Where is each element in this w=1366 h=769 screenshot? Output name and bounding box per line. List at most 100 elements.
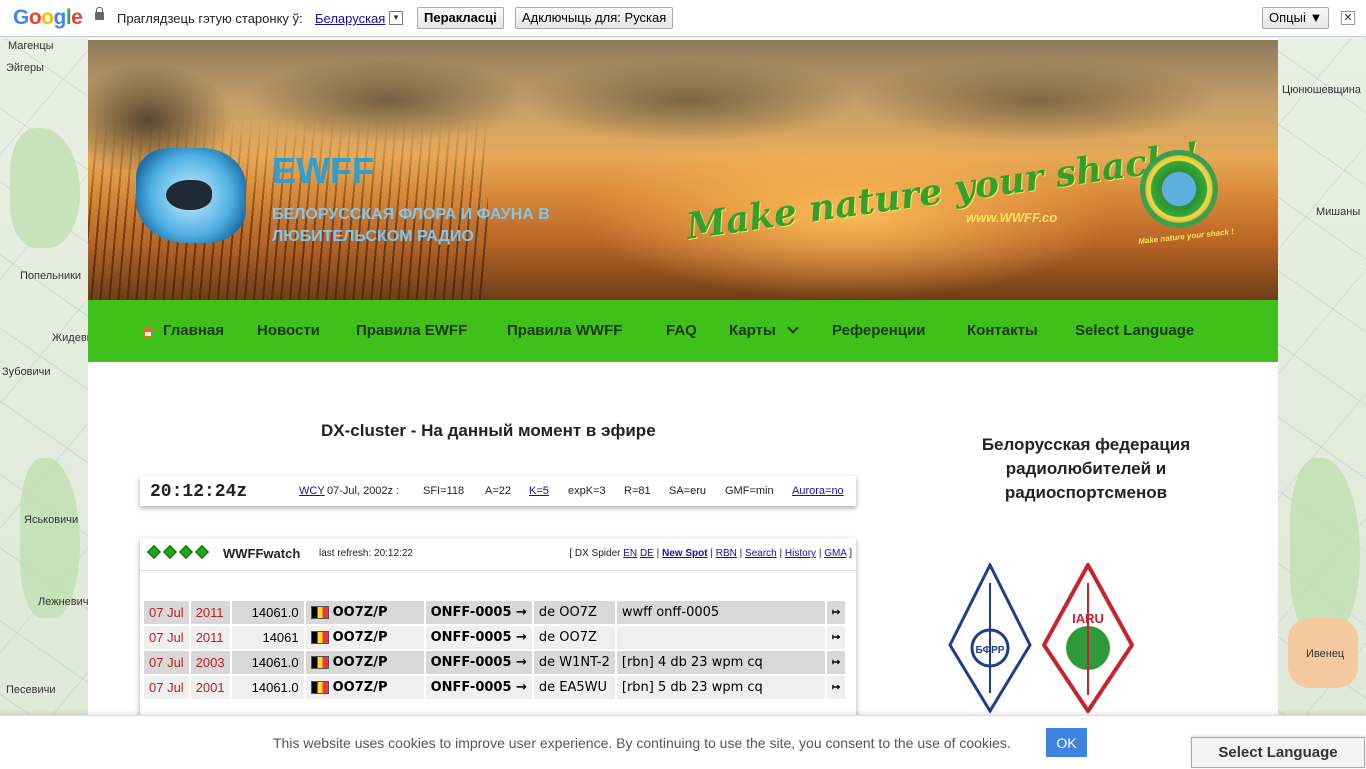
forest-area <box>20 458 80 618</box>
options-button[interactable]: Опцыі ▼ <box>1262 7 1330 29</box>
spot-reference[interactable]: ONFF-0005 → <box>425 601 532 624</box>
wcy-date: 07-Jul, 2002z : <box>327 485 400 497</box>
wwff-logo <box>1140 150 1218 228</box>
status-diamond-icon <box>146 544 162 560</box>
wcy-sa: SA=eru <box>669 485 706 497</box>
spot-callsign-cell[interactable]: OO7Z/P <box>305 626 424 649</box>
site-subtitle: Белорусская флора и фауна в любительском… <box>272 206 550 245</box>
spot-reference[interactable]: ONFF-0005 → <box>425 676 532 699</box>
spot-frequency: 14061.0 <box>231 651 304 674</box>
map-label: Магенцы <box>8 40 54 52</box>
nav-item-news[interactable]: Новости <box>257 322 320 339</box>
spot-reference[interactable]: ONFF-0005 → <box>425 651 532 674</box>
spot-arrow-icon[interactable]: ↦ <box>826 601 846 624</box>
wwffwatch-title: WWFFwatch <box>223 546 301 561</box>
spot-time: 2001 <box>190 676 230 699</box>
map-label: Зубовичи <box>2 366 51 378</box>
links-prefix: [ DX Spider <box>569 548 621 559</box>
nav-item-wwff-rules[interactable]: Правила WWFF <box>507 322 622 339</box>
page-container: EWFF Белорусская флора и фауна в любител… <box>88 38 1278 768</box>
cookie-text: This website uses cookies to improve use… <box>273 735 1011 751</box>
nav-item-home[interactable]: Главная <box>163 322 224 339</box>
dxspider-de-link[interactable]: DE <box>640 548 654 559</box>
site-title[interactable]: EWFF <box>272 150 374 192</box>
nav-item-references[interactable]: Референции <box>832 322 925 339</box>
nav-item-faq[interactable]: FAQ <box>666 322 697 339</box>
select-language-button[interactable]: Select Language <box>1191 737 1365 768</box>
spot-arrow-icon[interactable]: ↦ <box>826 676 846 699</box>
table-row: 07 Jul 2003 14061.0 OO7Z/P ONFF-0005 → d… <box>144 651 846 674</box>
spot-callsign-cell[interactable]: OO7Z/P <box>305 676 424 699</box>
spot-comment: wwff onff-0005 <box>616 601 825 624</box>
translate-button[interactable]: Перакласці <box>417 7 504 29</box>
logo-letter: e <box>71 6 83 29</box>
spot-date: 07 Jul <box>144 651 189 674</box>
nav-item-select-language[interactable]: Select Language <box>1075 322 1194 339</box>
rbn-link[interactable]: RBN <box>716 548 737 559</box>
spot-callsign: OO7Z/P <box>332 605 388 620</box>
header-banner: EWFF Белорусская флора и фауна в любител… <box>88 40 1278 300</box>
separator: | <box>710 548 713 559</box>
wcy-link[interactable]: WCY <box>299 485 325 497</box>
nav-item-ewff-rules[interactable]: Правила EWFF <box>356 322 467 339</box>
chevron-down-icon[interactable] <box>787 322 799 334</box>
spot-arrow-icon[interactable]: ↦ <box>826 651 846 674</box>
spot-comment: [rbn] 4 db 23 wpm cq <box>616 651 825 674</box>
map-label: Ивенец <box>1306 648 1345 660</box>
logo-letter: g <box>53 6 67 29</box>
spot-spotter: de OO7Z <box>533 626 615 649</box>
spot-callsign-cell[interactable]: OO7Z/P <box>305 601 424 624</box>
separator: | <box>739 548 743 559</box>
separator: | <box>656 548 660 559</box>
cookie-ok-button[interactable]: OK <box>1046 728 1087 757</box>
spot-time: 2011 <box>190 601 230 624</box>
cookie-banner: This website uses cookies to improve use… <box>0 715 1366 769</box>
logo-letter: o <box>28 6 42 29</box>
home-icon[interactable] <box>142 326 154 337</box>
gma-link[interactable]: GMA <box>824 548 846 559</box>
table-row: 07 Jul 2011 14061 OO7Z/P ONFF-0005 → de … <box>144 626 846 649</box>
source-language-link[interactable]: Беларуская <box>315 11 385 26</box>
search-link[interactable]: Search <box>745 548 777 559</box>
spots-table: 07 Jul 2011 14061.0 OO7Z/P ONFF-0005 → d… <box>142 599 847 701</box>
map-label: Эйгеры <box>6 62 44 74</box>
aurora-link[interactable]: Aurora=no <box>792 485 844 497</box>
divider <box>140 570 856 571</box>
belgium-flag-icon <box>310 631 329 644</box>
wcy-a-index: A=22 <box>485 485 511 497</box>
wcy-k-index-link[interactable]: K=5 <box>529 485 549 497</box>
spot-callsign-cell[interactable]: OO7Z/P <box>305 651 424 674</box>
spot-time: 2011 <box>190 626 230 649</box>
dx-cluster-heading: DX-cluster - На данный момент в эфире <box>321 421 656 440</box>
watch-links: [ DX Spider EN DE | New Spot | RBN | Sea… <box>569 548 852 559</box>
forest-area <box>1290 458 1360 638</box>
wcy-panel: 20:12:24z WCY 07-Jul, 2002z : SFI=118 A=… <box>140 476 856 506</box>
bfrr-logo[interactable]: БФРР <box>948 563 1032 713</box>
translate-bar: Google Праглядзець гэтую старонку ў: Бел… <box>0 0 1366 37</box>
new-spot-link[interactable]: New Spot <box>662 548 708 559</box>
spot-callsign: OO7Z/P <box>332 630 388 645</box>
spot-time: 2003 <box>190 651 230 674</box>
spot-spotter: de OO7Z <box>533 601 615 624</box>
translate-prompt: Праглядзець гэтую старонку ў: <box>117 11 303 26</box>
history-link[interactable]: History <box>785 548 816 559</box>
last-refresh: last refresh: 20:12:22 <box>319 548 413 559</box>
slogan-url: www.WWFF.co <box>966 210 1058 225</box>
bfrr-logo-text: БФРР <box>976 645 1005 656</box>
spot-spotter: de W1NT-2 <box>533 651 615 674</box>
dxspider-en-link[interactable]: EN <box>623 548 637 559</box>
nav-item-contacts[interactable]: Контакты <box>967 322 1038 339</box>
disable-translate-button[interactable]: Адключыць для: Руская <box>515 7 674 29</box>
ewff-logo[interactable] <box>136 148 246 243</box>
separator: | <box>779 548 783 559</box>
close-icon[interactable]: ✕ <box>1341 11 1355 25</box>
spot-arrow-icon[interactable]: ↦ <box>826 626 846 649</box>
sidebar-heading: Белорусская федерация радиолюбителей и р… <box>981 435 1191 502</box>
iaru-logo[interactable]: IARU <box>1042 563 1134 713</box>
wcy-expk: expK=3 <box>568 485 606 497</box>
spot-callsign: OO7Z/P <box>332 655 388 670</box>
language-dropdown-icon[interactable]: ▼ <box>389 11 403 25</box>
nav-item-maps[interactable]: Карты <box>729 322 776 339</box>
spot-reference[interactable]: ONFF-0005 → <box>425 626 532 649</box>
main-nav: Главная Новости Правила EWFF Правила WWF… <box>88 300 1278 362</box>
